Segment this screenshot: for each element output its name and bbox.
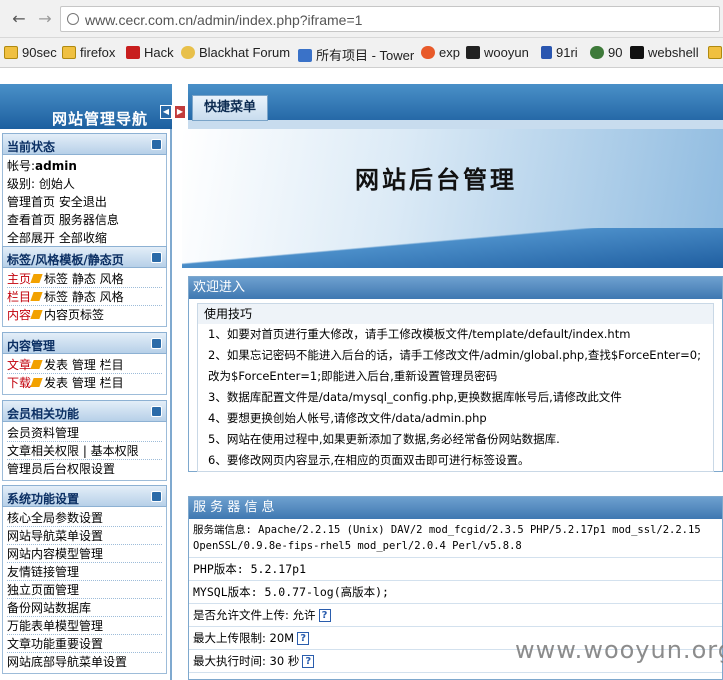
level-row: 级别: 创始人 (7, 177, 75, 191)
bookmark-tower[interactable]: 所有项目 - Tower (298, 45, 414, 64)
expand-right-icon[interactable]: ▶ (174, 105, 186, 119)
list-item[interactable]: 文章 发表 管理 栏目 (7, 356, 162, 374)
help-icon[interactable]: ? (297, 632, 310, 645)
list-item[interactable]: 会员资料管理 (7, 424, 162, 442)
skull-icon (590, 46, 604, 59)
list-item[interactable]: 文章相关权限 | 基本权限 (7, 442, 162, 460)
back-arrow-icon[interactable]: ← (8, 8, 30, 30)
pencil-icon (30, 292, 43, 301)
top-strip (0, 68, 723, 84)
pencil-icon (30, 360, 43, 369)
list-item[interactable]: 万能表单模型管理 (7, 617, 162, 635)
pencil-icon (30, 274, 43, 283)
terminal-icon (630, 46, 644, 59)
address-bar: ← → www.cecr.com.cn/admin/index.php?ifra… (0, 0, 723, 38)
tips-box: 使用技巧 1、如要对首页进行重大修改，请手工修改模板文件/template/de… (197, 303, 714, 472)
url-text: www.cecr.com.cn/admin/index.php?iframe=1 (85, 12, 363, 28)
section-header[interactable]: 标签/风格模板/静态页 (2, 246, 167, 268)
bookmarks-bar: 90sec firefox Hack Blackhat Forum 所有项目 -… (0, 38, 723, 68)
bookmark-firefox[interactable]: firefox (62, 45, 115, 60)
help-icon[interactable]: ? (302, 655, 315, 668)
list-item[interactable]: 独立页面管理 (7, 581, 162, 599)
bird-icon (421, 46, 435, 59)
tip-item: 2、如果忘记密码不能进入后台的话，请手工修改文件/admin/global.ph… (208, 348, 701, 383)
page-icon (67, 13, 79, 25)
list-item[interactable]: 下载 发表 管理 栏目 (7, 374, 162, 392)
tip-item: 1、如要对首页进行重大修改，请手工修改模板文件/template/default… (208, 327, 631, 341)
badge-icon (181, 46, 195, 59)
section-system: 系统功能设置 核心全局参数设置 网站导航菜单设置 网站内容模型管理 友情链接管理… (2, 485, 167, 674)
toggle-icon[interactable] (151, 139, 162, 150)
list-item[interactable]: 备份网站数据库 (7, 599, 162, 617)
status-links-3[interactable]: 全部展开 全部收缩 (7, 229, 162, 247)
section-header[interactable]: 内容管理 (2, 332, 167, 354)
list-item[interactable]: 网站导航菜单设置 (7, 527, 162, 545)
toggle-icon[interactable] (151, 406, 162, 417)
status-links-1[interactable]: 管理首页 安全退出 (7, 193, 162, 211)
pencil-icon (30, 310, 43, 319)
pencil-icon (30, 378, 43, 387)
panel-title: 欢迎进入 (189, 277, 722, 299)
list-item[interactable]: 网站底部导航菜单设置 (7, 653, 162, 671)
tip-item: 5、网站在使用过程中,如果更新添加了数据,务必经常备份网站数据库. (208, 432, 560, 446)
php-version: PHP版本: 5.2.17p1 (189, 558, 722, 581)
bookmark-hack[interactable]: Hack (126, 45, 174, 60)
sidebar: 当前状态 帐号:admin 级别: 创始人 管理首页 安全退出 查看首页 服务器… (0, 129, 172, 680)
folder-icon (62, 46, 76, 59)
watermark: www.wooyun.org (515, 636, 723, 664)
bookmark-exp[interactable]: exp (421, 45, 460, 60)
folder-icon (708, 46, 722, 59)
list-item[interactable]: 核心全局参数设置 (7, 509, 162, 527)
section-header[interactable]: 会员相关功能 (2, 400, 167, 422)
bookmark-91ri[interactable]: 91ri (541, 45, 578, 60)
bookmark-90[interactable]: 90 (590, 45, 622, 60)
tip-item: 6、要修改网页内容显示,在相应的页面双击即可进行标签设置。 (208, 453, 530, 467)
collapse-left-icon[interactable]: ◀ (160, 105, 172, 119)
server-software: 服务端信息: Apache/2.2.15 (Unix) DAV/2 mod_fc… (189, 519, 722, 558)
status-links-2[interactable]: 查看首页 服务器信息 (7, 211, 162, 229)
toggle-icon[interactable] (151, 252, 162, 263)
tab-quick-menu[interactable]: 快捷菜单 (192, 95, 268, 121)
banner-wave (182, 228, 723, 268)
bookmark-overflow[interactable] (708, 45, 723, 60)
mysql-version: MYSQL版本: 5.0.77-log(高版本); (189, 581, 722, 604)
wooyun-icon (466, 46, 480, 59)
section-content: 内容管理 文章 发表 管理 栏目 下载 发表 管理 栏目 (2, 332, 167, 395)
list-item[interactable]: 网站内容模型管理 (7, 545, 162, 563)
welcome-panel: 欢迎进入 使用技巧 1、如要对首页进行重大修改，请手工修改模板文件/templa… (188, 276, 723, 472)
red-hat-icon (126, 46, 140, 59)
tips-title: 使用技巧 (198, 304, 713, 324)
forward-arrow-icon[interactable]: → (34, 8, 56, 30)
tab-underline (188, 120, 723, 129)
url-input[interactable]: www.cecr.com.cn/admin/index.php?iframe=1 (60, 6, 720, 32)
list-item[interactable]: 栏目 标签 静态 风格 (7, 288, 162, 306)
tower-icon (298, 49, 312, 62)
section-template: 标签/风格模板/静态页 主页 标签 静态 风格 栏目 标签 静态 风格 内容 内容页标… (2, 246, 167, 327)
tip-item: 4、要想更换创始人帐号,请修改文件/data/admin.php (208, 411, 487, 425)
folder-icon (4, 46, 18, 59)
list-item[interactable]: 主页 标签 静态 风格 (7, 270, 162, 288)
shield-icon (541, 46, 552, 59)
toggle-icon[interactable] (151, 491, 162, 502)
list-item[interactable]: 文章功能重要设置 (7, 635, 162, 653)
bookmark-wooyun[interactable]: wooyun (466, 45, 529, 60)
nav-title: 网站管理导航 (52, 110, 149, 128)
section-header[interactable]: 系统功能设置 (2, 485, 167, 507)
account-row: 帐号:admin (7, 159, 77, 173)
bookmark-blackhat-forum[interactable]: Blackhat Forum (181, 45, 290, 60)
bookmark-90sec[interactable]: 90sec (4, 45, 57, 60)
list-item[interactable]: 友情链接管理 (7, 563, 162, 581)
help-icon[interactable]: ? (318, 609, 331, 622)
list-item[interactable]: 管理员后台权限设置 (7, 460, 162, 478)
bookmark-webshell[interactable]: webshell (630, 45, 699, 60)
toggle-icon[interactable] (151, 338, 162, 349)
section-status: 当前状态 帐号:admin 级别: 创始人 管理首页 安全退出 查看首页 服务器… (2, 133, 167, 250)
list-item[interactable]: 内容 内容页标签 (7, 306, 162, 324)
panel-title: 服 务 器 信 息 (189, 497, 722, 519)
tip-item: 3、数据库配置文件是/data/mysql_config.php,更换数据库帐号… (208, 390, 622, 404)
section-member: 会员相关功能 会员资料管理 文章相关权限 | 基本权限 管理员后台权限设置 (2, 400, 167, 481)
section-header[interactable]: 当前状态 (2, 133, 167, 155)
banner-title: 网站后台管理 (355, 165, 517, 194)
upload-allowed: 是否允许文件上传: 允许? (189, 604, 722, 627)
